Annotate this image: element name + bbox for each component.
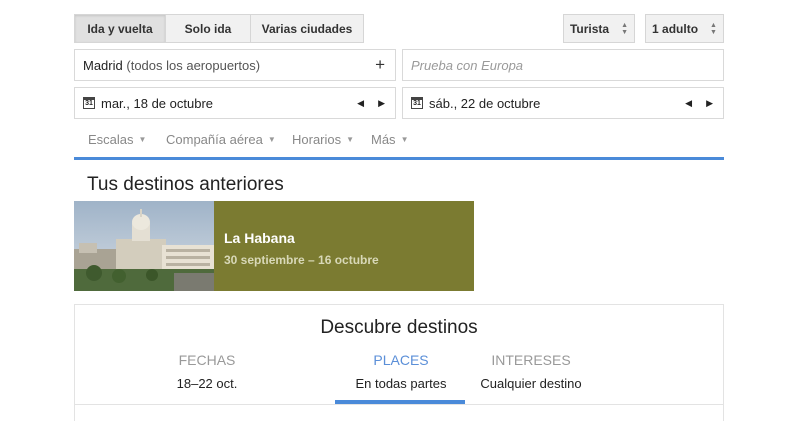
trip-type-one-way-button[interactable]: Solo ida (165, 14, 251, 43)
filter-airline[interactable]: Compañía aérea ▼ (166, 130, 276, 148)
havana-city-image (74, 201, 214, 291)
next-day-arrow-icon[interactable]: ▶ (706, 98, 713, 109)
filter-stops-label: Escalas (88, 131, 134, 147)
round-trip-label: Ida y vuelta (87, 21, 153, 36)
filter-airline-label: Compañía aérea (166, 131, 263, 147)
caret-down-icon: ▼ (346, 134, 355, 144)
tab-places-heading[interactable]: PLACES (336, 352, 466, 368)
caret-down-icon: ▼ (400, 134, 409, 144)
tab-places-value[interactable]: En todas partes (336, 376, 466, 391)
departure-date-value: mar., 18 de octubre (101, 95, 214, 111)
tab-dates-heading[interactable]: FECHAS (142, 352, 272, 368)
calendar-icon: 31 (411, 97, 423, 109)
caret-down-icon: ▼ (138, 134, 147, 144)
departure-date-field[interactable]: 31 mar., 18 de octubre ◀ ▶ (74, 87, 396, 119)
discover-panel: Descubre destinos FECHAS 18–22 oct. PLAC… (74, 304, 724, 421)
tab-interests-heading[interactable]: INTERESES (466, 352, 596, 368)
trip-type-multi-city-button[interactable]: Varias ciudades (250, 14, 364, 43)
filter-times-label: Horarios (292, 131, 342, 147)
tab-dates-value[interactable]: 18–22 oct. (142, 376, 272, 391)
origin-detail: (todos los aeropuertos) (126, 57, 261, 73)
discover-title: Descubre destinos (320, 317, 478, 338)
tab-interests-value[interactable]: Cualquier destino (466, 376, 596, 391)
previous-day-arrow-icon[interactable]: ◀ (685, 98, 692, 109)
filter-stops[interactable]: Escalas ▼ (88, 130, 146, 148)
passengers-select[interactable]: 1 adulto ▲ ▼ (645, 14, 724, 43)
cabin-class-value: Turista (569, 21, 610, 36)
passengers-value: 1 adulto (652, 21, 699, 36)
destination-placeholder: Prueba con Europa (411, 57, 524, 73)
cabin-class-select[interactable]: Turista ▲ ▼ (563, 14, 635, 43)
caret-down-icon: ▼ (267, 134, 276, 144)
return-date-field[interactable]: 31 sáb., 22 de octubre ◀ ▶ (402, 87, 724, 119)
next-day-arrow-icon[interactable]: ▶ (378, 98, 385, 109)
filter-times[interactable]: Horarios ▼ (292, 130, 354, 148)
origin-field[interactable]: Madrid (todos los aeropuertos) + (74, 49, 396, 81)
blue-divider (74, 157, 724, 160)
one-way-label: Solo ida (184, 21, 232, 36)
updown-chevron-icon: ▲ ▼ (710, 21, 717, 36)
plus-icon[interactable]: + (375, 55, 385, 75)
previous-destination-card[interactable]: La Habana 30 septiembre – 16 octubre (74, 201, 474, 291)
updown-chevron-icon: ▲ ▼ (621, 21, 629, 36)
calendar-icon: 31 (83, 97, 95, 109)
filter-more[interactable]: Más ▼ (371, 130, 408, 148)
previous-day-arrow-icon[interactable]: ◀ (357, 98, 364, 109)
origin-city: Madrid (83, 57, 123, 73)
filter-more-label: Más (371, 131, 396, 147)
previous-destination-dates: 30 septiembre – 16 octubre (224, 253, 379, 267)
previous-destinations-title: Tus destinos anteriores (87, 174, 284, 195)
destination-field[interactable]: Prueba con Europa (402, 49, 724, 81)
tab-divider (75, 404, 723, 405)
trip-type-round-trip-button[interactable]: Ida y vuelta (74, 14, 166, 43)
previous-destination-city: La Habana (224, 230, 295, 246)
multi-city-label: Varias ciudades (261, 21, 353, 36)
return-date-value: sáb., 22 de octubre (429, 95, 541, 111)
